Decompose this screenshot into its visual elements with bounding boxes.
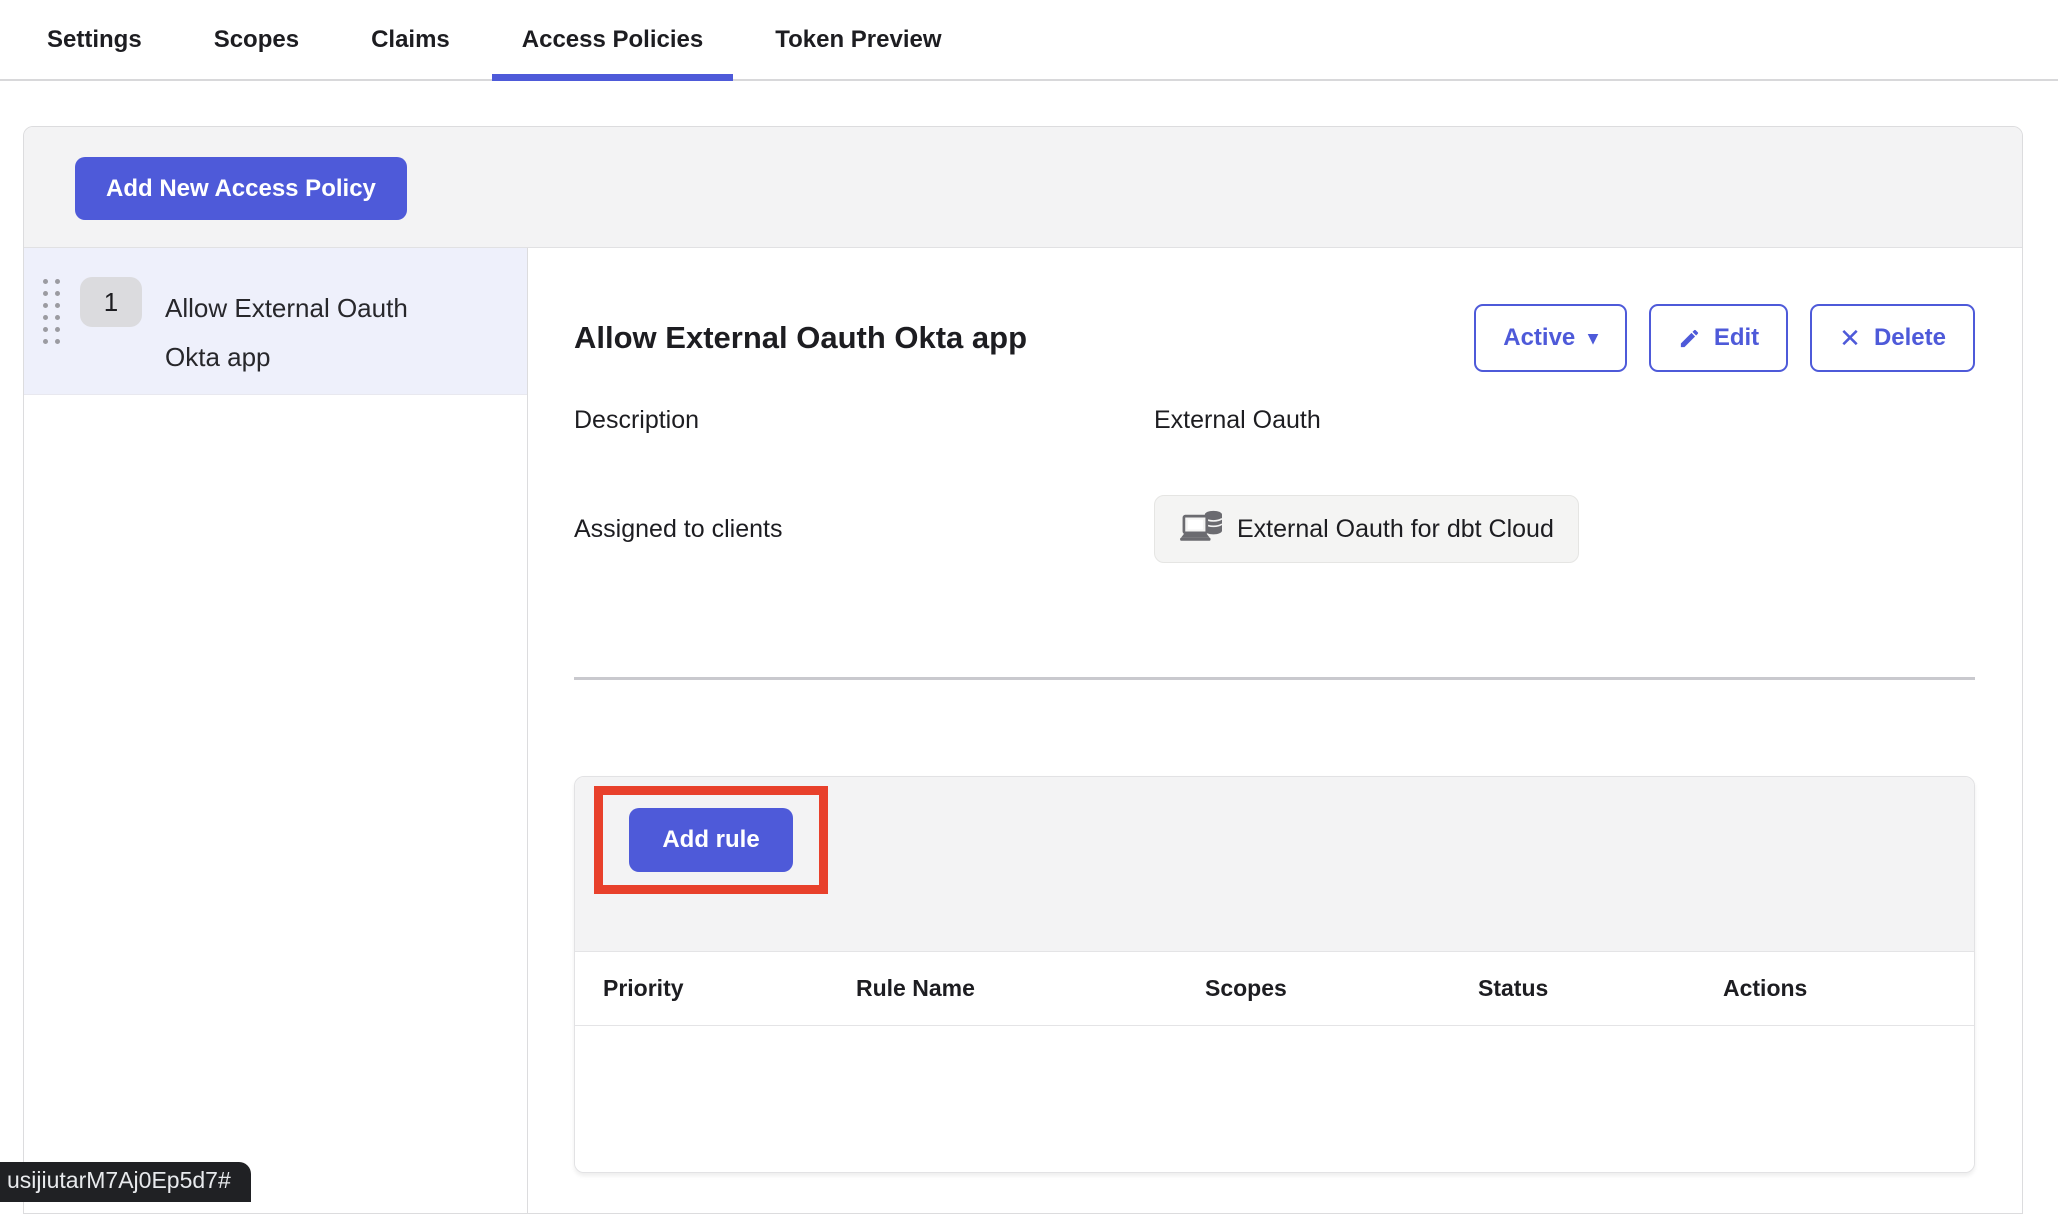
description-row: Description External Oauth xyxy=(574,406,1975,435)
delete-button[interactable]: ✕ Delete xyxy=(1810,304,1975,372)
description-label: Description xyxy=(574,406,1154,435)
add-rule-button[interactable]: Add rule xyxy=(629,808,793,872)
assigned-clients-label: Assigned to clients xyxy=(574,515,1154,544)
link-preview-status-bar: usijiutarM7Aj0Ep5d7# xyxy=(0,1162,251,1202)
tab-claims[interactable]: Claims xyxy=(341,0,480,79)
access-policies-panel: Add New Access Policy 1 Allow External O… xyxy=(23,126,2023,1214)
status-dropdown-label: Active xyxy=(1503,324,1575,352)
pencil-icon xyxy=(1678,327,1701,350)
tab-scopes[interactable]: Scopes xyxy=(184,0,329,79)
close-icon: ✕ xyxy=(1839,325,1861,351)
laptop-database-icon xyxy=(1179,509,1225,549)
status-dropdown-button[interactable]: Active ▾ xyxy=(1474,304,1627,372)
rules-table-header: Priority Rule Name Scopes Status Actions xyxy=(575,951,1974,1026)
annotation-highlight-box: Add rule xyxy=(594,786,828,894)
rules-toolbar: Add rule xyxy=(575,777,1974,951)
policy-list-item[interactable]: 1 Allow External Oauth Okta app xyxy=(24,248,527,395)
column-header-status: Status xyxy=(1478,975,1723,1002)
rules-table-body-empty xyxy=(575,1026,1974,1172)
column-header-priority: Priority xyxy=(603,975,856,1002)
policy-list-item-label: Allow External Oauth Okta app xyxy=(165,284,455,382)
policy-list: 1 Allow External Oauth Okta app xyxy=(24,248,528,1213)
section-divider xyxy=(574,677,1975,680)
tab-bar: Settings Scopes Claims Access Policies T… xyxy=(0,0,2058,81)
tab-access-policies[interactable]: Access Policies xyxy=(492,0,733,79)
policy-title-row: Allow External Oauth Okta app Active ▾ E… xyxy=(574,304,1975,372)
description-value: External Oauth xyxy=(1154,406,1975,435)
policy-action-buttons: Active ▾ Edit ✕ Delete xyxy=(1474,304,1975,372)
policy-order-badge: 1 xyxy=(80,277,142,327)
tab-token-preview[interactable]: Token Preview xyxy=(745,0,971,79)
add-new-access-policy-button[interactable]: Add New Access Policy xyxy=(75,157,407,220)
policy-title: Allow External Oauth Okta app xyxy=(574,320,1027,356)
column-header-actions: Actions xyxy=(1723,975,1974,1002)
edit-button[interactable]: Edit xyxy=(1649,304,1788,372)
client-chip[interactable]: External Oauth for dbt Cloud xyxy=(1154,495,1579,563)
drag-handle-icon[interactable] xyxy=(43,279,60,344)
rules-panel: Add rule Priority Rule Name Scopes Statu… xyxy=(574,776,1975,1173)
chevron-down-icon: ▾ xyxy=(1588,329,1598,348)
client-chip-label: External Oauth for dbt Cloud xyxy=(1237,515,1554,544)
delete-button-label: Delete xyxy=(1874,324,1946,352)
column-header-scopes: Scopes xyxy=(1205,975,1478,1002)
edit-button-label: Edit xyxy=(1714,324,1759,352)
tab-settings[interactable]: Settings xyxy=(17,0,172,79)
policy-detail: Allow External Oauth Okta app Active ▾ E… xyxy=(528,248,2022,1213)
column-header-rule-name: Rule Name xyxy=(856,975,1205,1002)
panel-toolbar: Add New Access Policy xyxy=(24,127,2022,248)
assigned-clients-row: Assigned to clients External Oauth for d… xyxy=(574,495,1975,563)
panel-body: 1 Allow External Oauth Okta app Allow Ex… xyxy=(24,248,2022,1213)
